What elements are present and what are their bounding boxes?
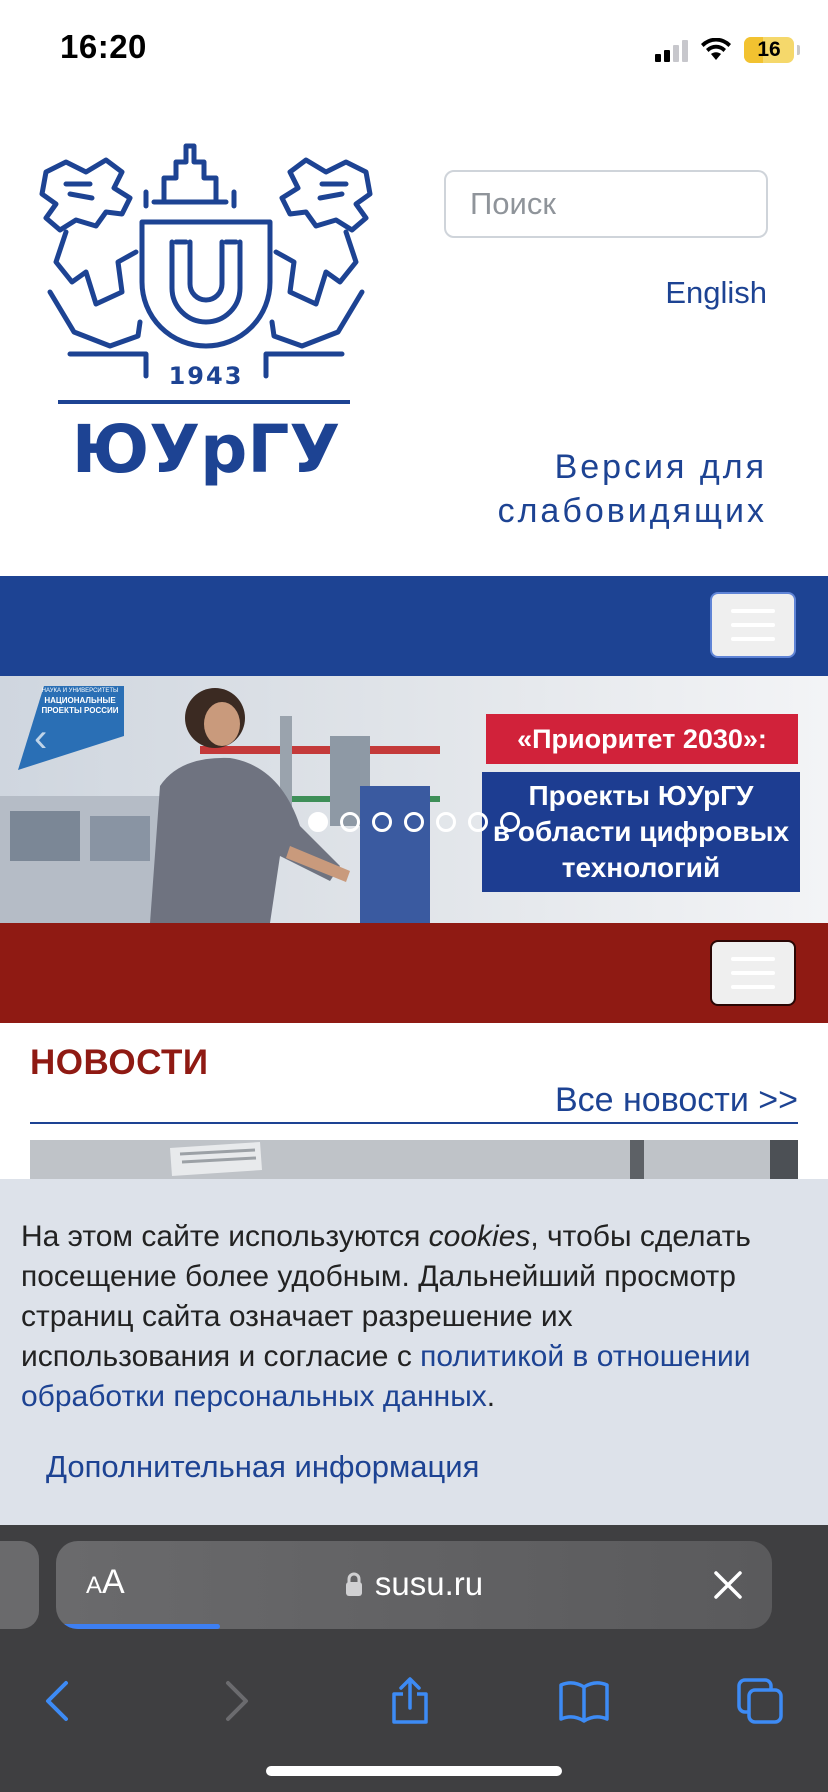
battery-level: 16 <box>757 38 781 61</box>
news-section: НОВОСТИ Все новости >> <box>0 1023 828 1200</box>
carousel-dot[interactable] <box>404 812 424 832</box>
browser-toolbar <box>0 1645 828 1755</box>
address-bar[interactable]: AA susu.ru <box>56 1541 772 1629</box>
accessibility-line-2: слабовидящих <box>497 492 767 530</box>
accessibility-version-link[interactable]: Версия для слабовидящих <box>498 445 767 533</box>
cookie-more-info-link[interactable]: Дополнительная информация <box>46 1449 479 1485</box>
carousel-dot[interactable] <box>500 812 520 832</box>
url-text: susu.ru <box>374 1565 484 1602</box>
cookie-notice: На этом сайте используются cookies, чтоб… <box>0 1179 828 1525</box>
forward-icon[interactable] <box>208 1673 264 1729</box>
national-projects-text: НАУКА И УНИВЕРСИТЕТЫ НАЦИОНАЛЬНЫЕ ПРОЕКТ… <box>41 688 119 715</box>
url-display[interactable]: susu.ru <box>56 1565 772 1603</box>
all-news-link[interactable]: Все новости >> <box>555 1081 798 1120</box>
lock-icon <box>345 1572 362 1596</box>
page-load-progress <box>62 1624 220 1629</box>
status-icons: 16 <box>655 36 800 64</box>
hamburger-icon <box>731 957 775 961</box>
status-time: 16:20 <box>60 28 147 65</box>
secondary-navbar <box>0 923 828 1023</box>
carousel-prev-icon[interactable]: ‹ <box>34 716 47 761</box>
status-bar: 16:20 16 <box>0 0 828 100</box>
banner-title: «Приоритет 2030»: <box>486 714 798 764</box>
browser-bottom-bar: AA susu.ru <box>0 1525 828 1792</box>
home-indicator[interactable] <box>266 1766 562 1776</box>
signal-icon <box>655 38 688 62</box>
carousel-indicators <box>308 812 520 832</box>
bookmarks-icon[interactable] <box>556 1673 612 1729</box>
banner-subtitle: Проекты ЮУрГУ в области цифровых техноло… <box>482 772 800 892</box>
carousel-dot[interactable] <box>372 812 392 832</box>
logo-name: ЮУрГУ <box>72 411 341 488</box>
news-divider <box>30 1122 798 1124</box>
wifi-icon <box>701 38 731 60</box>
site-header: 1943 ЮУрГУ English Версия для слабовидящ… <box>0 100 828 576</box>
back-icon[interactable] <box>30 1673 86 1729</box>
main-navbar <box>0 576 828 676</box>
logo-icon: 1943 ЮУрГУ <box>39 143 373 488</box>
carousel-dot[interactable] <box>436 812 456 832</box>
banner-carousel[interactable]: НАУКА И УНИВЕРСИТЕТЫ НАЦИОНАЛЬНЫЕ ПРОЕКТ… <box>0 676 828 923</box>
secondary-menu-toggle[interactable] <box>710 940 796 1006</box>
previous-tab-preview[interactable] <box>0 1541 39 1629</box>
cookie-text: На этом сайте используются cookies, чтоб… <box>21 1220 751 1413</box>
english-link[interactable]: English <box>665 275 767 311</box>
logo-year: 1943 <box>169 362 244 390</box>
search-form <box>444 170 768 238</box>
news-heading: НОВОСТИ <box>30 1043 209 1082</box>
accessibility-line-1: Версия для <box>554 448 767 486</box>
search-input[interactable] <box>446 172 766 236</box>
carousel-dot[interactable] <box>340 812 360 832</box>
tabs-icon[interactable] <box>732 1673 788 1729</box>
share-icon[interactable] <box>382 1673 438 1729</box>
main-menu-toggle[interactable] <box>710 592 796 658</box>
battery-icon: 16 <box>744 37 800 63</box>
carousel-dot[interactable] <box>308 812 328 832</box>
close-icon[interactable] <box>710 1567 746 1603</box>
hamburger-icon <box>731 609 775 613</box>
carousel-dot[interactable] <box>468 812 488 832</box>
